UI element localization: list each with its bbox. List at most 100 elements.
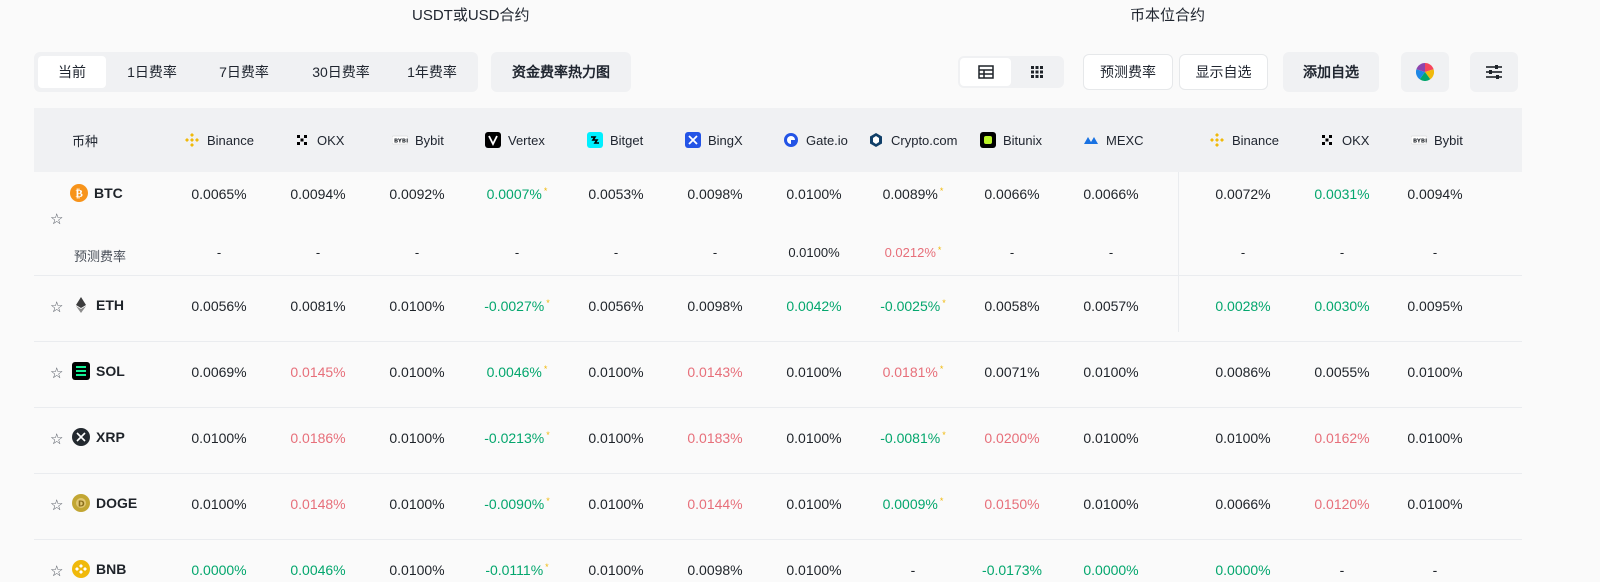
rate-cell[interactable]: 0.0066%	[1198, 496, 1288, 512]
predicted-rate-cell[interactable]: -	[273, 245, 363, 260]
rate-cell[interactable]: 0.0100%	[1390, 496, 1480, 512]
rate-cell[interactable]: 0.0186%	[273, 430, 363, 446]
settings-sliders-icon[interactable]	[1470, 52, 1518, 92]
rate-cell[interactable]: 0.0200%	[967, 430, 1057, 446]
favorite-star-icon[interactable]: ☆	[50, 562, 63, 580]
rate-cell[interactable]: 0.0028%	[1198, 298, 1288, 314]
table-row[interactable]: ☆ ETH 0.0056% 0.0081% 0.0100% -0.0027% * 0.0056…	[34, 276, 1522, 342]
predicted-rate-cell[interactable]: -	[174, 245, 264, 260]
tab-current[interactable]: 当前	[38, 56, 106, 88]
color-palette-icon[interactable]	[1401, 52, 1449, 92]
rate-cell[interactable]: 0.0030%	[1297, 298, 1387, 314]
rate-cell[interactable]: 0.0069%	[174, 364, 264, 380]
predicted-rate-cell[interactable]: -	[472, 245, 562, 260]
tab-1d[interactable]: 1日费率	[106, 56, 198, 88]
coin-symbol[interactable]: ETH	[72, 296, 124, 314]
rate-cell[interactable]: 0.0098%	[670, 298, 760, 314]
rate-cell[interactable]: 0.0098%	[670, 562, 760, 578]
rate-cell[interactable]: 0.0144%	[670, 496, 760, 512]
rate-cell[interactable]: 0.0100%	[769, 186, 859, 202]
heatmap-button[interactable]: 资金费率热力图	[491, 52, 631, 92]
rate-cell[interactable]: 0.0100%	[372, 298, 462, 314]
rate-cell[interactable]: 0.0148%	[273, 496, 363, 512]
table-row[interactable]: ☆ XRP 0.0100% 0.0186% 0.0100% -0.0213% * 0.0100…	[34, 408, 1522, 474]
rate-cell[interactable]: -0.0173%	[967, 562, 1057, 578]
rate-cell[interactable]: 0.0071%	[967, 364, 1057, 380]
rate-cell[interactable]: 0.0007% *	[472, 186, 562, 202]
table-row[interactable]: ☆ D DOGE 0.0100% 0.0148% 0.0100% -0.0090% * 0.01…	[34, 474, 1522, 540]
rate-cell[interactable]: 0.0000%	[174, 562, 264, 578]
rate-cell[interactable]: 0.0100%	[372, 364, 462, 380]
rate-cell[interactable]: 0.0058%	[967, 298, 1057, 314]
rate-cell[interactable]: 0.0056%	[174, 298, 264, 314]
rate-cell[interactable]: 0.0066%	[1066, 186, 1156, 202]
rate-cell[interactable]: 0.0098%	[670, 186, 760, 202]
rate-cell[interactable]: 0.0145%	[273, 364, 363, 380]
tab-7d[interactable]: 7日费率	[198, 56, 290, 88]
predicted-rate-cell[interactable]: 0.0212% *	[868, 245, 958, 260]
rate-cell[interactable]: -	[868, 562, 958, 578]
predicted-rate-cell[interactable]: -	[967, 245, 1057, 260]
rate-cell[interactable]: 0.0100%	[769, 562, 859, 578]
rate-cell[interactable]: 0.0031%	[1297, 186, 1387, 202]
rate-cell[interactable]: 0.0046% *	[472, 364, 562, 380]
rate-cell[interactable]: 0.0100%	[1198, 430, 1288, 446]
predicted-rate-cell[interactable]: -	[372, 245, 462, 260]
rate-cell[interactable]: 0.0100%	[769, 364, 859, 380]
rate-cell[interactable]: 0.0100%	[372, 496, 462, 512]
coin-symbol[interactable]: BNB	[72, 560, 126, 578]
rate-cell[interactable]: 0.0072%	[1198, 186, 1288, 202]
rate-cell[interactable]: 0.0086%	[1198, 364, 1288, 380]
rate-cell[interactable]: 0.0100%	[372, 430, 462, 446]
rate-cell[interactable]: 0.0046%	[273, 562, 363, 578]
predicted-rate-cell[interactable]: -	[1066, 245, 1156, 260]
rate-cell[interactable]: -0.0090% *	[472, 496, 562, 512]
rate-cell[interactable]: 0.0183%	[670, 430, 760, 446]
rate-cell[interactable]: 0.0065%	[174, 186, 264, 202]
predicted-rate-cell[interactable]: -	[571, 245, 661, 260]
rate-cell[interactable]: -	[1297, 562, 1387, 578]
rate-cell[interactable]: -0.0025% *	[868, 298, 958, 314]
rate-cell[interactable]: 0.0089% *	[868, 186, 958, 202]
rate-cell[interactable]: 0.0000%	[1066, 562, 1156, 578]
rate-cell[interactable]: -0.0027% *	[472, 298, 562, 314]
predicted-rate-cell[interactable]: -	[1297, 245, 1387, 260]
table-view-icon[interactable]	[960, 58, 1011, 86]
rate-cell[interactable]: 0.0094%	[273, 186, 363, 202]
rate-cell[interactable]: 0.0092%	[372, 186, 462, 202]
favorite-star-icon[interactable]: ☆	[50, 364, 63, 382]
rate-cell[interactable]: 0.0095%	[1390, 298, 1480, 314]
rate-cell[interactable]: 0.0053%	[571, 186, 661, 202]
rate-cell[interactable]: 0.0055%	[1297, 364, 1387, 380]
rate-cell[interactable]: 0.0000%	[1198, 562, 1288, 578]
rate-cell[interactable]: 0.0100%	[769, 430, 859, 446]
coin-symbol[interactable]: ₿ BTC	[70, 184, 123, 202]
rate-cell[interactable]: 0.0100%	[372, 562, 462, 578]
rate-cell[interactable]: 0.0120%	[1297, 496, 1387, 512]
coin-symbol[interactable]: D DOGE	[72, 494, 137, 512]
predicted-rate-cell[interactable]: -	[670, 245, 760, 260]
table-row[interactable]: ☆ SOL 0.0069% 0.0145% 0.0100% 0.0046% * 0.0100%…	[34, 342, 1522, 408]
grid-view-icon[interactable]	[1011, 58, 1062, 86]
rate-cell[interactable]: -0.0213% *	[472, 430, 562, 446]
favorite-star-icon[interactable]: ☆	[50, 496, 63, 514]
coin-symbol[interactable]: XRP	[72, 428, 125, 446]
rate-cell[interactable]: 0.0100%	[571, 364, 661, 380]
rate-cell[interactable]: 0.0150%	[967, 496, 1057, 512]
rate-cell[interactable]: 0.0094%	[1390, 186, 1480, 202]
add-favorites-button[interactable]: 添加自选	[1283, 52, 1379, 92]
rate-cell[interactable]: 0.0057%	[1066, 298, 1156, 314]
rate-cell[interactable]: 0.0100%	[571, 430, 661, 446]
predicted-rate-cell[interactable]: -	[1390, 245, 1480, 260]
rate-cell[interactable]: 0.0181% *	[868, 364, 958, 380]
rate-cell[interactable]: 0.0066%	[967, 186, 1057, 202]
predicted-rate-cell[interactable]: 0.0100%	[769, 245, 859, 260]
favorite-star-icon[interactable]: ☆	[50, 298, 63, 316]
rate-cell[interactable]: 0.0100%	[571, 562, 661, 578]
rate-cell[interactable]: -	[1390, 562, 1480, 578]
coin-symbol[interactable]: SOL	[72, 362, 125, 380]
rate-cell[interactable]: 0.0100%	[1066, 496, 1156, 512]
rate-cell[interactable]: 0.0143%	[670, 364, 760, 380]
rate-cell[interactable]: 0.0042%	[769, 298, 859, 314]
table-row[interactable]: ☆ BNB 0.0000% 0.0046% 0.0100% -0.0111% * 0.0100…	[34, 540, 1522, 582]
